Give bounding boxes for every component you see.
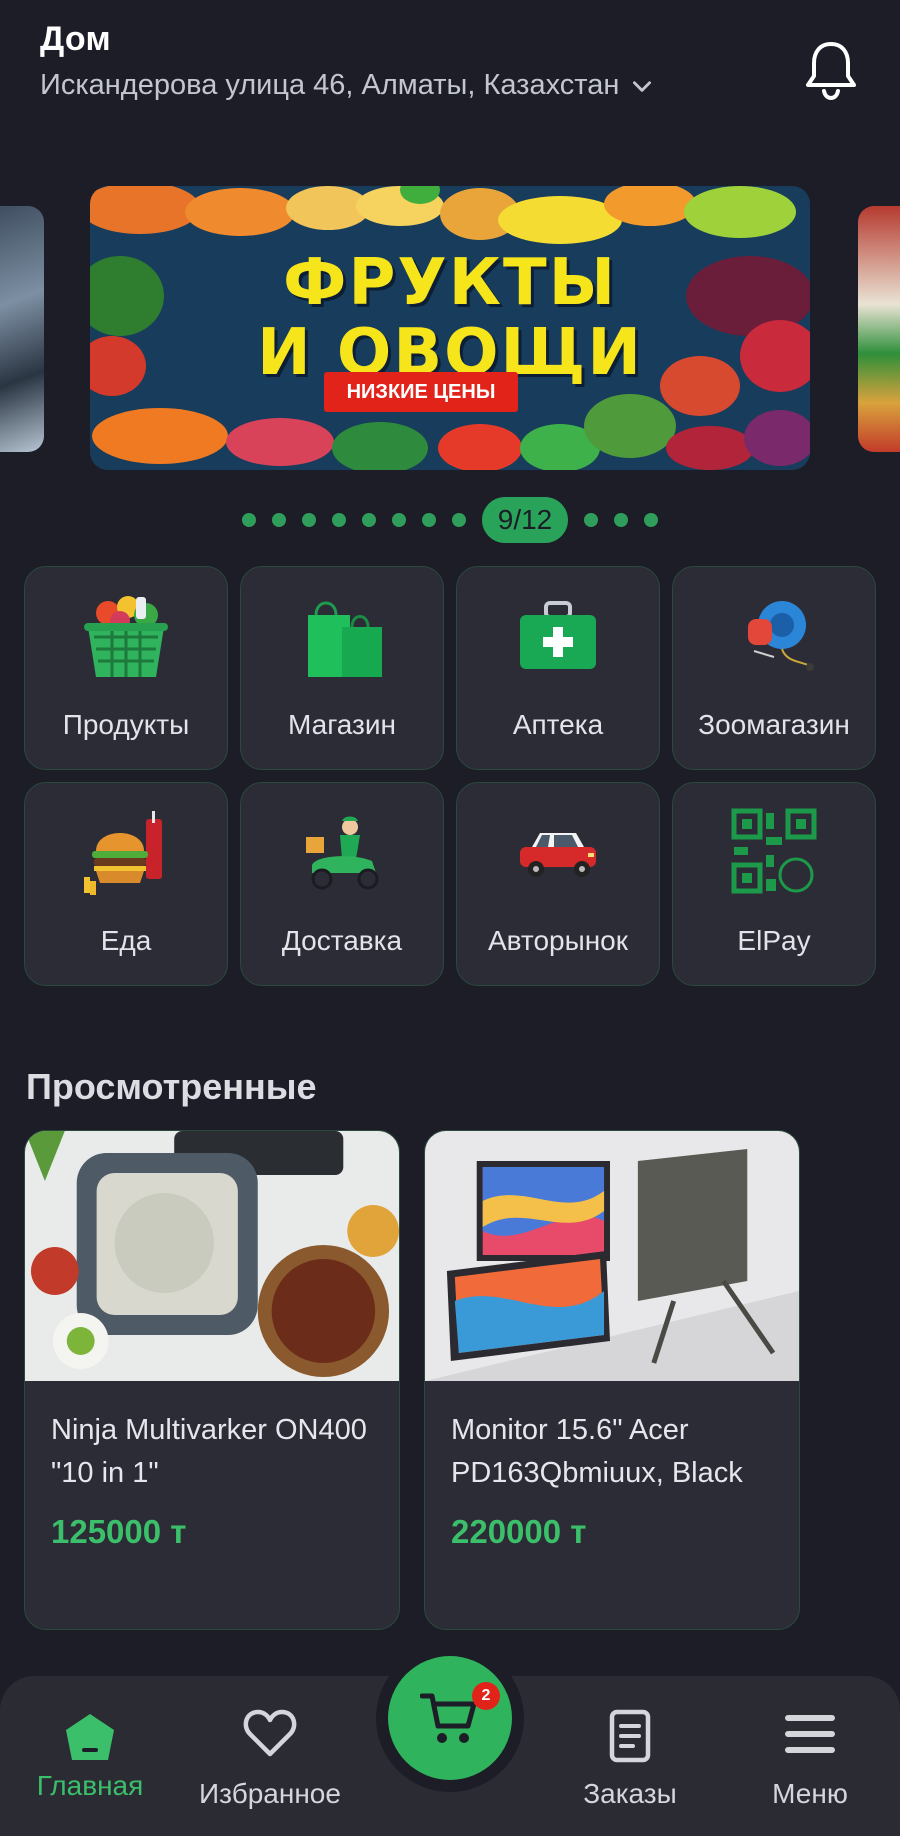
nav-favorites[interactable]: Избранное [180, 1676, 360, 1836]
next-banner-slide[interactable] [858, 206, 900, 452]
pet-leash-icon [748, 601, 814, 671]
product-name: Monitor 15.6" Acer PD163Qbmiuux, Black [451, 1414, 743, 1489]
pagination-dot[interactable] [332, 513, 346, 527]
pagination-dot[interactable] [644, 513, 658, 527]
product-image-monitor [425, 1131, 799, 1381]
banner-title: ФРУКТЫ И ОВОЩИ [90, 248, 810, 388]
product-name: Ninja Multivarker ON400 "10 in 1" [51, 1414, 367, 1489]
banner-price-badge: НИЗКИЕ ЦЕНЫ [324, 372, 518, 412]
pagination-dot[interactable] [614, 513, 628, 527]
pagination-dot[interactable] [302, 513, 316, 527]
hamburger-menu-icon [785, 1715, 835, 1753]
category-label: Зоомагазин [698, 709, 850, 740]
category-food[interactable]: Еда [24, 782, 228, 986]
pagination-dot[interactable] [422, 513, 436, 527]
burger-icon [84, 811, 162, 895]
notification-bell-icon[interactable] [802, 38, 860, 102]
header: Дом Искандерова улица 46, Алматы, Казахс… [40, 20, 860, 110]
carousel-pagination: 9/12 [0, 496, 900, 544]
address-text: Искандерова улица 46, Алматы, Казахстан [40, 69, 620, 101]
nav-home[interactable]: Главная [0, 1676, 180, 1836]
category-label: Аптека [512, 709, 604, 740]
cart-button[interactable]: 2 [388, 1656, 512, 1780]
category-delivery[interactable]: Доставка [240, 782, 444, 986]
pagination-dot[interactable] [272, 513, 286, 527]
promo-carousel[interactable]: ФРУКТЫ И ОВОЩИ НИЗКИЕ ЦЕНЫ [0, 186, 900, 472]
courier-scooter-icon [306, 816, 379, 890]
car-icon [520, 833, 596, 877]
category-label: Авторынок [488, 925, 628, 956]
nav-home-label: Главная [36, 1770, 144, 1801]
nav-orders[interactable]: Заказы [540, 1676, 720, 1836]
product-card[interactable]: Monitor 15.6" Acer PD163Qbmiuux, Black 2… [424, 1130, 800, 1630]
nav-menu-label: Меню [772, 1778, 848, 1809]
cart-button-wrapper: 2 [376, 1644, 524, 1792]
banner-title-line1: ФРУКТЫ [283, 246, 617, 320]
product-card[interactable]: Ninja Multivarker ON400 "10 in 1" 125000… [24, 1130, 400, 1630]
category-label: ElPay [737, 925, 811, 956]
banner-fruits-vegetables[interactable]: ФРУКТЫ И ОВОЩИ НИЗКИЕ ЦЕНЫ [90, 186, 810, 470]
nav-favorites-label: Избранное [199, 1778, 341, 1809]
pagination-dot[interactable] [392, 513, 406, 527]
category-elpay[interactable]: ElPay [672, 782, 876, 986]
product-price: 125000 т [51, 1513, 187, 1550]
category-label: Продукты [62, 709, 190, 740]
category-label: Еда [100, 925, 152, 956]
category-label: Доставка [281, 925, 403, 956]
qr-code-icon [731, 808, 817, 894]
nav-menu[interactable]: Меню [720, 1676, 900, 1836]
chevron-down-icon [633, 80, 652, 92]
category-products[interactable]: Продукты [24, 566, 228, 770]
category-pet-shop[interactable]: Зоомагазин [672, 566, 876, 770]
first-aid-kit-icon [520, 601, 596, 669]
pagination-dot[interactable] [452, 513, 466, 527]
category-grid: Продукты Магазин Аптека Зоомагазин Еда Д… [24, 566, 876, 986]
pagination-dot[interactable] [242, 513, 256, 527]
previous-banner-slide[interactable] [0, 206, 44, 452]
pagination-dot[interactable] [362, 513, 376, 527]
product-price: 220000 т [451, 1513, 587, 1550]
cart-count-badge: 2 [472, 1682, 500, 1710]
address-selector[interactable]: Искандерова улица 46, Алматы, Казахстан [40, 69, 860, 102]
location-title: Дом [40, 20, 112, 58]
grocery-basket-icon [84, 596, 168, 677]
category-label: Магазин [287, 709, 396, 740]
category-car-market[interactable]: Авторынок [456, 782, 660, 986]
shopping-bags-icon [308, 601, 382, 677]
nav-orders-label: Заказы [583, 1778, 677, 1809]
pagination-dot[interactable] [584, 513, 598, 527]
cart-icon [420, 1693, 477, 1743]
product-image-multicooker [25, 1131, 399, 1381]
viewed-section-title: Просмотренные [26, 1066, 317, 1107]
document-icon [609, 1709, 651, 1763]
category-pharmacy[interactable]: Аптека [456, 566, 660, 770]
heart-icon [243, 1709, 297, 1757]
home-icon [66, 1714, 114, 1760]
slide-counter: 9/12 [482, 497, 568, 543]
category-shop[interactable]: Магазин [240, 566, 444, 770]
